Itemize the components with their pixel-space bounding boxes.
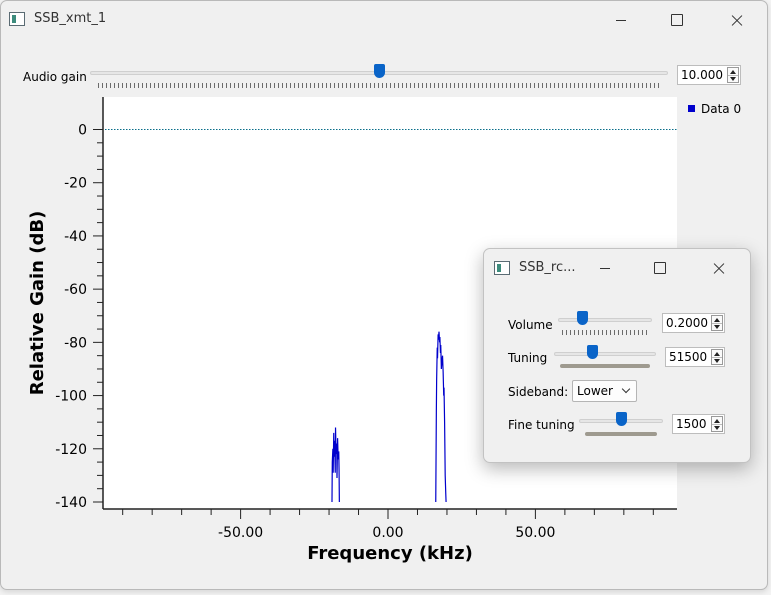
tuning-slider[interactable]: [554, 344, 656, 370]
fine-tuning-value: 1500: [676, 417, 707, 431]
y-tick-label: -140: [55, 495, 87, 511]
minimize-icon: [600, 267, 610, 269]
maximize-icon: [654, 262, 666, 274]
sideband-select[interactable]: Lower: [572, 380, 637, 402]
fine-tuning-slider-handle[interactable]: [616, 412, 627, 426]
rx-minimize-button[interactable]: [585, 252, 625, 284]
volume-spinbox[interactable]: 0.2000: [662, 313, 725, 333]
volume-value: 0.2000: [666, 316, 708, 330]
fine-tuning-slider[interactable]: [579, 411, 663, 439]
tuning-slider-handle[interactable]: [587, 345, 598, 359]
tuning-spinbox[interactable]: 51500: [665, 347, 725, 367]
tuning-label: Tuning: [508, 351, 548, 365]
series-data-0-segment-2: [435, 331, 447, 503]
spin-up-icon: [714, 317, 720, 322]
spin-down-button[interactable]: [712, 323, 722, 330]
legend-swatch-data-0: [688, 105, 695, 112]
x-tick-label: 50.00: [515, 525, 555, 541]
app-window-icon: [494, 261, 510, 275]
tuning-value: 51500: [669, 350, 708, 364]
volume-slider[interactable]: [558, 309, 652, 337]
y-tick-label: -80: [64, 335, 87, 351]
y-tick-label: -120: [55, 442, 87, 458]
x-axis-title: Frequency (kHz): [307, 543, 473, 564]
spin-down-icon: [714, 358, 720, 363]
volume-label: Volume: [508, 318, 553, 332]
tuning-slider-bar: [560, 364, 650, 368]
fine-tuning-spin-buttons: [711, 416, 723, 432]
spin-down-icon: [714, 324, 720, 329]
volume-spin-buttons: [711, 315, 723, 331]
rx-maximize-button[interactable]: [640, 252, 680, 284]
sideband-selected-value: Lower: [577, 384, 613, 398]
y-tick-label: -20: [64, 176, 87, 192]
spin-down-icon: [714, 425, 720, 430]
y-tick-label: -100: [55, 389, 87, 405]
volume-slider-track: [558, 318, 652, 322]
y-axis-title: Relative Gain (dB): [27, 211, 48, 396]
rx-window-title: SSB_rc...: [519, 260, 576, 275]
y-tick-label: 0: [78, 123, 87, 139]
x-tick-label: 0.00: [372, 525, 403, 541]
series-data-0-segment-1: [331, 427, 340, 503]
sideband-label: Sideband:: [508, 385, 569, 399]
y-tick-label: -60: [64, 282, 87, 298]
x-tick-label: -50.00: [218, 525, 263, 541]
close-icon: [712, 261, 726, 275]
rx-close-button[interactable]: [699, 252, 739, 284]
volume-slider-handle[interactable]: [577, 311, 588, 325]
tuning-slider-track: [554, 352, 656, 356]
rx-window: SSB_rc... Volume 0.2000 Tuning 51500 Sid…: [483, 248, 751, 463]
rx-titlebar[interactable]: SSB_rc...: [484, 249, 750, 287]
fine-tuning-slider-bar: [585, 432, 657, 436]
y-tick-label: -40: [64, 229, 87, 245]
spin-down-button[interactable]: [712, 357, 722, 364]
fine-tuning-label: Fine tuning: [508, 418, 575, 432]
chevron-down-icon: [621, 384, 631, 394]
fine-tuning-spinbox[interactable]: 1500: [672, 414, 725, 434]
spin-up-icon: [714, 418, 720, 423]
spin-down-button[interactable]: [712, 424, 722, 431]
tuning-spin-buttons: [711, 349, 723, 365]
spin-up-icon: [714, 351, 720, 356]
legend-label-data-0: Data 0: [701, 102, 742, 116]
volume-slider-ticks: [562, 330, 648, 335]
